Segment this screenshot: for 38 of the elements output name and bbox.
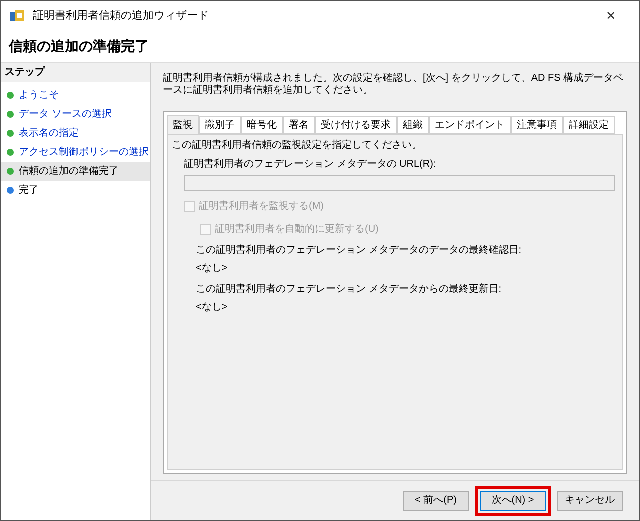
tab[interactable]: 受け付ける要求 bbox=[315, 116, 397, 134]
checkbox-label: 証明書利用者を自動的に更新する(U) bbox=[215, 222, 379, 237]
step-label: データ ソースの選択 bbox=[19, 108, 112, 122]
step-item[interactable]: 表示名の指定 bbox=[1, 124, 150, 143]
intro-text: この証明書利用者信頼の監視設定を指定してください。 bbox=[172, 138, 423, 153]
wizard-icon bbox=[9, 8, 25, 24]
step-item[interactable]: データ ソースの選択 bbox=[1, 105, 150, 124]
description-text: 証明書利用者信頼が構成されました。次の設定を確認し、[次へ] をクリックして、AD FS 構成データベースに証明書利用者信頼を追加してください。 bbox=[163, 73, 625, 97]
wizard-button[interactable]: 次へ(N) > bbox=[480, 490, 546, 510]
step-item[interactable]: アクセス制御ポリシーの選択 bbox=[1, 143, 150, 162]
step-label: ようこそ bbox=[19, 89, 59, 103]
step-label: 表示名の指定 bbox=[19, 126, 79, 141]
tab[interactable]: 詳細設定 bbox=[563, 116, 615, 134]
step-item[interactable]: ようこそ bbox=[1, 86, 150, 105]
step-label: アクセス制御ポリシーの選択 bbox=[19, 146, 149, 160]
page-heading: 信頼の追加の準備完了 bbox=[9, 37, 149, 56]
tab[interactable]: 組織 bbox=[397, 116, 429, 134]
tab[interactable]: 暗号化 bbox=[241, 116, 283, 134]
tab[interactable]: 署名 bbox=[283, 116, 315, 134]
step-label: 信頼の追加の準備完了 bbox=[19, 164, 119, 179]
step-item[interactable]: 信頼の追加の準備完了 bbox=[1, 162, 150, 181]
close-button[interactable]: ✕ bbox=[591, 3, 631, 29]
tab[interactable]: 監視 bbox=[167, 115, 199, 134]
step-label: 完了 bbox=[19, 184, 39, 198]
checkbox-label: 証明書利用者を監視する(M) bbox=[199, 200, 324, 214]
info-value: <なし> bbox=[196, 262, 229, 276]
tab[interactable]: エンドポイント bbox=[429, 116, 511, 134]
info-value: <なし> bbox=[196, 301, 229, 315]
steps-heading: ステップ bbox=[1, 63, 150, 82]
url-label: 証明書利用者のフェデレーション メタデータの URL(R): bbox=[184, 158, 438, 172]
wizard-button[interactable]: < 前へ(P) bbox=[403, 490, 469, 510]
step-item[interactable]: 完了 bbox=[1, 181, 150, 200]
info-label: この証明書利用者のフェデレーション メタデータのデータの最終確認日: bbox=[196, 244, 523, 258]
tab[interactable]: 識別子 bbox=[199, 116, 241, 134]
tab[interactable]: 注意事項 bbox=[511, 116, 563, 134]
wizard-button[interactable]: キャンセル bbox=[557, 490, 623, 510]
info-label: この証明書利用者のフェデレーション メタデータからの最終更新日: bbox=[196, 282, 503, 297]
window-title: 証明書利用者信頼の追加ウィザード bbox=[33, 8, 210, 24]
